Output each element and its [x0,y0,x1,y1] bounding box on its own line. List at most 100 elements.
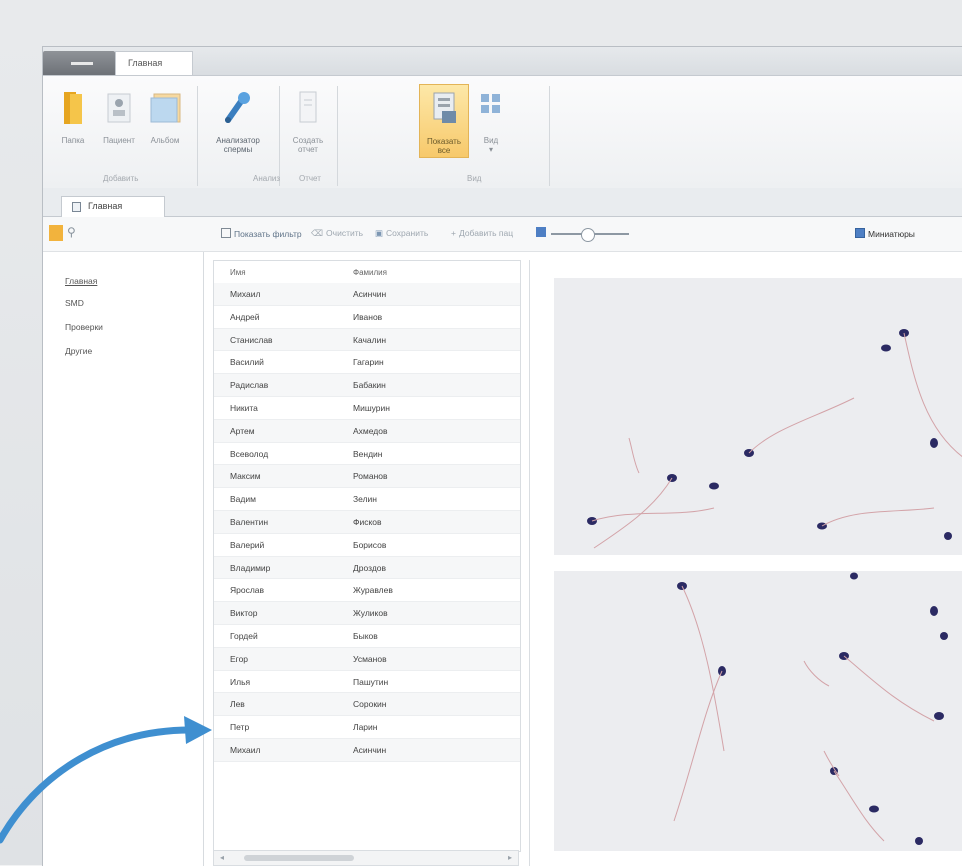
sperm-sample-image [554,278,962,555]
table-row[interactable]: Ярослав Журавлев [214,579,520,603]
cell-last-name: Гагарин [353,357,384,368]
table-row[interactable]: Максим Романов [214,465,520,489]
album-button[interactable]: Альбом [143,88,187,145]
ribbon-tab-bar: Главная [43,47,962,75]
table-row[interactable]: Всеволод Вендин [214,443,520,466]
cell-last-name: Мишурин [353,402,390,413]
cell-last-name: Ларин [353,722,378,733]
table-row[interactable]: Валентин Фисков [214,510,520,534]
table-row[interactable]: Петр Ларин [214,716,520,739]
cell-last-name: Борисов [353,539,387,550]
table-row[interactable]: Владимир Дроздов [214,556,520,580]
sperm-analyzer-button[interactable]: Анализатор спермы [203,88,273,154]
sidebar-item-other[interactable]: Другие [65,346,92,356]
cell-last-name: Дроздов [353,562,387,573]
patient-button[interactable]: Пациент [97,88,141,145]
column-header-last-name[interactable]: Фамилия [353,268,387,277]
table-row[interactable]: Михаил Асинчин [214,738,520,762]
add-patient-button[interactable]: + Добавить пац [451,228,513,238]
cell-first-name: Лев [230,699,245,710]
cell-first-name: Петр [230,722,250,733]
table-row[interactable]: Василий Гагарин [214,351,520,375]
view-icon [481,94,500,113]
app-window: Главная Папка Пациент Альбом Анализатор … [42,46,962,866]
group-label-add: Добавить [103,174,139,183]
document-tab-home[interactable]: Главная [61,196,165,217]
microscopy-image-1[interactable] [554,278,962,555]
slider-thumb[interactable] [581,228,595,242]
cell-first-name: Виктор [230,608,258,619]
table-row[interactable]: Михаил Асинчин [214,283,520,306]
show-all-icon [433,92,456,123]
cell-last-name: Журавлев [353,585,393,596]
cell-first-name: Михаил [230,744,261,755]
cell-first-name: Гордей [230,630,258,641]
chevron-down-icon: ▾ [488,145,493,154]
thumbnail-size-slider[interactable] [551,228,629,242]
cell-first-name: Владимир [230,562,271,573]
group-label-report: Отчет [299,174,321,183]
cell-last-name: Фисков [353,516,382,527]
microscopy-image-2[interactable] [554,571,962,851]
cell-first-name: Валентин [230,516,269,527]
cell-first-name: Радислав [230,380,269,391]
album-icon [150,93,181,123]
sidebar-item-checks[interactable]: Проверки [65,322,103,332]
cell-last-name: Иванов [353,311,383,322]
save-button[interactable]: ▣ Сохранить [375,228,428,239]
show-filter-checkbox[interactable]: Показать фильтр [221,228,302,239]
thumbnails-checkbox[interactable]: Миниатюры [855,228,915,239]
sidebar-item-home[interactable]: Главная [65,276,97,286]
scroll-left-icon: ◂ [220,853,225,862]
table-row[interactable]: Артем Ахмедов [214,419,520,443]
cell-last-name: Качалин [353,334,387,345]
cell-first-name: Артем [230,425,255,436]
view-button[interactable]: Вид ▾ [473,88,509,154]
table-row[interactable]: Вадим Зелин [214,488,520,511]
grid-rows: Михаил Асинчин Андрей Иванов Станислав Качали… [214,283,520,762]
cell-first-name: Василий [230,357,264,368]
sidebar-item-smd[interactable]: SMD [65,298,84,308]
file-menu-icon [71,62,93,65]
scroll-right-icon: ▸ [507,853,512,862]
table-row[interactable]: Егор Усманов [214,647,520,671]
image-viewer [529,260,962,866]
table-row[interactable]: Виктор Жуликов [214,602,520,625]
table-row[interactable]: Андрей Иванов [214,306,520,329]
tab-home[interactable]: Главная [115,51,193,75]
table-row[interactable]: Радислав Бабакин [214,374,520,397]
table-row[interactable]: Гордей Быков [214,625,520,648]
show-all-button[interactable]: Показать все [419,84,469,158]
cell-first-name: Всеволод [230,448,269,459]
document-tab-bar: Главная [43,188,962,217]
scroll-thumb[interactable] [244,855,354,861]
file-menu-button[interactable] [43,51,115,75]
document-icon [72,202,81,212]
plus-icon: + [451,228,456,238]
table-row[interactable]: Илья Пашутин [214,671,520,694]
create-report-button[interactable]: Создать отчет [285,88,331,154]
table-row[interactable]: Лев Сорокин [214,693,520,717]
cell-last-name: Вендин [353,448,383,459]
pin-icon[interactable] [49,225,63,241]
table-row[interactable]: Станислав Качалин [214,328,520,352]
clear-button[interactable]: ⌫ Очистить [311,228,363,239]
navigation-sidebar: Главная SMD Проверки Другие [43,252,204,866]
cell-first-name: Михаил [230,289,261,299]
cell-first-name: Валерий [230,539,265,550]
analyzer-icon [225,92,250,123]
table-row[interactable]: Никита Мишурин [214,397,520,420]
horizontal-scrollbar[interactable]: ◂ ▸ [213,850,519,866]
folder-button[interactable]: Папка [51,88,95,145]
cell-last-name: Асинчин [353,744,387,755]
clear-icon: ⌫ [311,228,324,238]
cell-first-name: Егор [230,653,249,664]
cell-last-name: Бабакин [353,380,386,391]
column-header-first-name[interactable]: Имя [230,268,246,277]
table-row[interactable]: Валерий Борисов [214,534,520,557]
cell-last-name: Асинчин [353,289,387,299]
group-label-analysis: Анализ [253,174,281,183]
grid-toolbar: ⚲ Показать фильтр ⌫ Очистить ▣ Сохранить +… [43,217,962,252]
filter-icon[interactable]: ⚲ [67,225,76,239]
cell-last-name: Зелин [353,494,377,505]
